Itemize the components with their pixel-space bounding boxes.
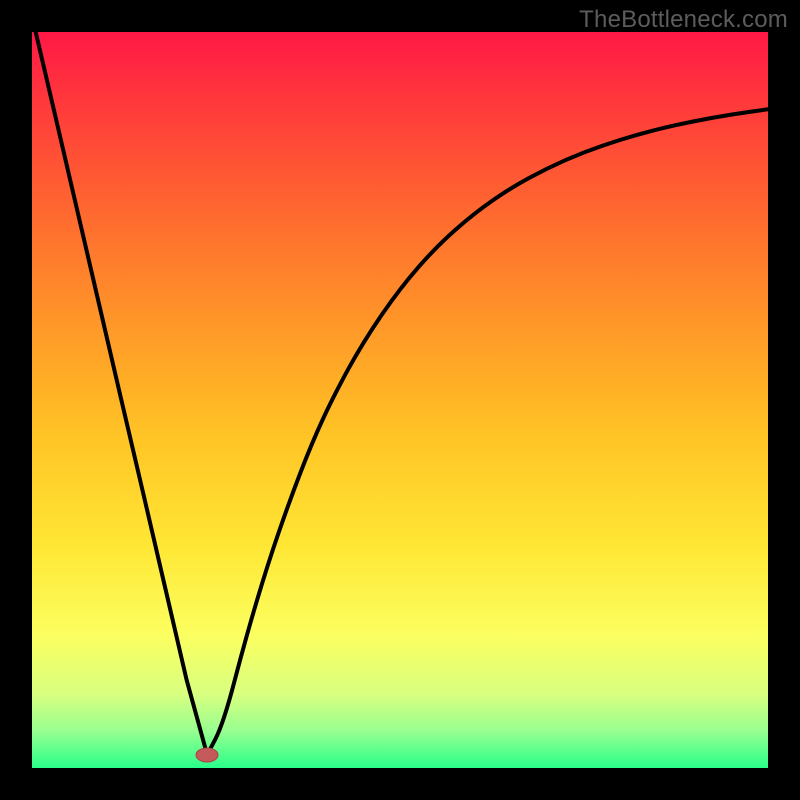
- plot-area: [32, 32, 768, 768]
- bottleneck-curve: [36, 32, 768, 755]
- chart-frame: TheBottleneck.com: [0, 0, 800, 800]
- curve-layer: [32, 32, 768, 768]
- optimal-point-marker: [196, 748, 218, 762]
- watermark-text: TheBottleneck.com: [579, 6, 788, 34]
